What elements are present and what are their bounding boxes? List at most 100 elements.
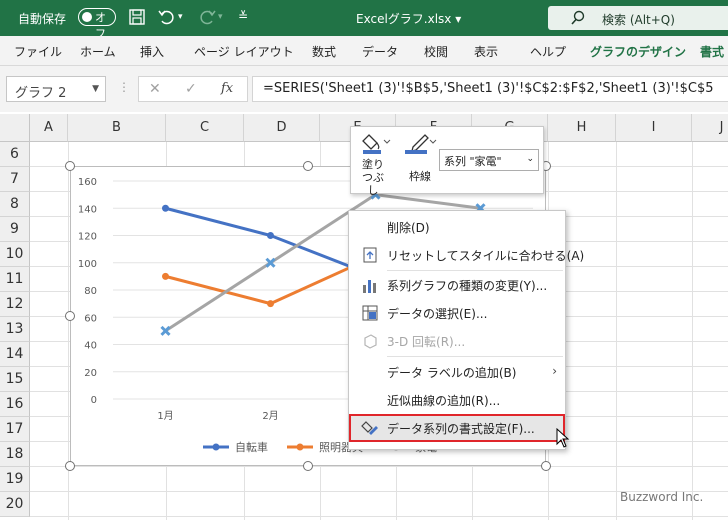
menu-item-label: 3-D 回転(R)... [387, 335, 466, 349]
resize-handle[interactable] [303, 161, 313, 171]
confirm-icon[interactable]: ✓ [185, 81, 197, 97]
series-select[interactable]: 系列 "家電" ⌄ [439, 149, 539, 171]
autosave-toggle[interactable]: オフ [78, 8, 116, 40]
tab-home[interactable]: ホーム [80, 43, 116, 60]
tab-insert[interactable]: 挿入 [140, 43, 164, 60]
redo-dropdown-icon: ▾ [218, 12, 223, 22]
tab-file[interactable]: ファイル [14, 43, 62, 60]
menu-item-format-data-series[interactable]: データ系列の書式設定(F)... [349, 414, 565, 442]
menu-item-label: データの選択(E)... [387, 307, 488, 321]
row-header[interactable]: 10 [0, 242, 30, 267]
y-tick-label: 0 [91, 395, 97, 406]
series-point [267, 300, 274, 308]
document-title[interactable]: Excelグラフ.xlsx ▾ [356, 10, 461, 27]
menu-item-reset-style[interactable]: リセットしてスタイルに合わせる(A) [349, 241, 584, 269]
tab-view[interactable]: 表示 [474, 43, 498, 60]
resize-handle[interactable] [65, 311, 75, 321]
y-tick-label: 160 [78, 177, 97, 188]
search-box[interactable]: 検索 (Alt+Q) [548, 6, 728, 30]
tab-format[interactable]: 書式 [700, 43, 724, 60]
tab-page-layout[interactable]: ページ レイアウト [194, 43, 294, 60]
col-header[interactable]: D [244, 114, 320, 142]
x-tick-label: 1月 [157, 410, 173, 422]
row-header[interactable]: 14 [0, 342, 30, 367]
menu-item-label: データ系列の書式設定(F)... [387, 422, 535, 436]
row-header[interactable]: 9 [0, 217, 30, 242]
y-tick-label: 120 [78, 232, 97, 243]
chevron-right-icon: › [552, 364, 557, 378]
insert-function-icon[interactable]: fx [221, 81, 233, 96]
row-header[interactable]: 19 [0, 467, 30, 492]
menu-item-change-chart-type[interactable]: 系列グラフの種類の変更(Y)... [349, 271, 565, 299]
menu-item-add-trendline[interactable]: 近似曲線の追加(R)... [349, 386, 565, 414]
resize-handle[interactable] [65, 161, 75, 171]
menu-item-label: リセットしてスタイルに合わせる(A) [387, 249, 585, 263]
series-point-selected [160, 325, 171, 336]
row-header[interactable]: 15 [0, 367, 30, 392]
search-placeholder: 検索 (Alt+Q) [602, 13, 675, 27]
resize-handle[interactable] [541, 461, 551, 471]
save-icon[interactable] [126, 6, 148, 28]
col-header[interactable]: B [68, 114, 166, 142]
name-box[interactable]: グラフ 2 ▼ [6, 76, 106, 102]
tab-formulas[interactable]: 数式 [312, 43, 336, 60]
tab-help[interactable]: ヘルプ [530, 43, 566, 60]
y-tick-label: 80 [84, 286, 97, 297]
resize-handle[interactable] [303, 461, 313, 471]
menu-item-select-data[interactable]: データの選択(E)... [349, 299, 565, 327]
col-header[interactable]: J [692, 114, 728, 142]
formula-bar: グラフ 2 ▼ ⋮ ✕ ✓ fx =SERIES('Sheet1 (3)'!$B… [0, 66, 728, 112]
row-header[interactable]: 11 [0, 267, 30, 292]
row-header[interactable]: 12 [0, 292, 30, 317]
menu-item-add-data-labels[interactable]: データ ラベルの追加(B) › [349, 358, 565, 386]
row-header[interactable]: 13 [0, 317, 30, 342]
redo-icon [200, 10, 216, 25]
y-tick-label: 100 [78, 259, 97, 270]
toggle-knob [82, 11, 92, 22]
customize-toolbar-icon[interactable]: ≚ [238, 9, 248, 23]
cancel-icon[interactable]: ✕ [149, 81, 161, 97]
formula-buttons: ✕ ✓ fx [138, 76, 248, 102]
formula-separator-icon: ⋮ [118, 80, 130, 94]
row-header[interactable]: 6 [0, 142, 30, 167]
fill-button[interactable]: 塗りつぶし [357, 131, 395, 197]
legend-marker [296, 443, 304, 451]
row-header[interactable]: 20 [0, 492, 30, 517]
formula-text: =SERIES('Sheet1 (3)'!$B$5,'Sheet1 (3)'!$… [263, 81, 714, 96]
menu-item-label: データ ラベルの追加(B) [387, 366, 517, 380]
row-header[interactable]: 17 [0, 417, 30, 442]
col-header[interactable]: I [616, 114, 692, 142]
gridline [616, 142, 617, 520]
resize-handle[interactable] [65, 461, 75, 471]
undo-icon[interactable] [156, 6, 178, 28]
col-header[interactable]: H [548, 114, 616, 142]
select-all-corner[interactable] [0, 114, 30, 142]
tab-review[interactable]: 校閲 [424, 43, 448, 60]
tab-chart-design[interactable]: グラフのデザイン [590, 43, 686, 60]
mouse-cursor-icon [556, 428, 570, 448]
row-header[interactable]: 8 [0, 192, 30, 217]
row-header[interactable]: 16 [0, 392, 30, 417]
col-header[interactable]: A [30, 114, 68, 142]
autosave-label: 自動保存 [18, 12, 67, 26]
gridline [692, 142, 693, 520]
chevron-down-icon[interactable]: ▼ [92, 84, 99, 94]
formula-input[interactable]: =SERIES('Sheet1 (3)'!$B$5,'Sheet1 (3)'!$… [252, 76, 728, 102]
menu-item-label: 系列グラフの種類の変更(Y)... [387, 279, 548, 293]
col-header[interactable]: C [166, 114, 244, 142]
row-header[interactable]: 7 [0, 167, 30, 192]
menu-separator [387, 356, 563, 357]
outline-button[interactable]: 枠線 [401, 131, 439, 191]
y-tick-label: 20 [84, 368, 97, 379]
undo-dropdown-icon[interactable]: ▾ [178, 12, 183, 22]
menu-item-delete[interactable]: 削除(D) [349, 213, 565, 241]
tab-data[interactable]: データ [362, 43, 398, 60]
rotate-3d-icon [364, 334, 377, 349]
row-header[interactable]: 18 [0, 442, 30, 467]
menu-item-label: 削除(D) [387, 221, 430, 235]
select-data-icon [362, 305, 378, 321]
y-tick-label: 60 [84, 313, 97, 324]
series-point [162, 272, 169, 280]
menu-item-3d-rotation: 3-D 回転(R)... [349, 327, 565, 355]
gridline [30, 516, 728, 517]
